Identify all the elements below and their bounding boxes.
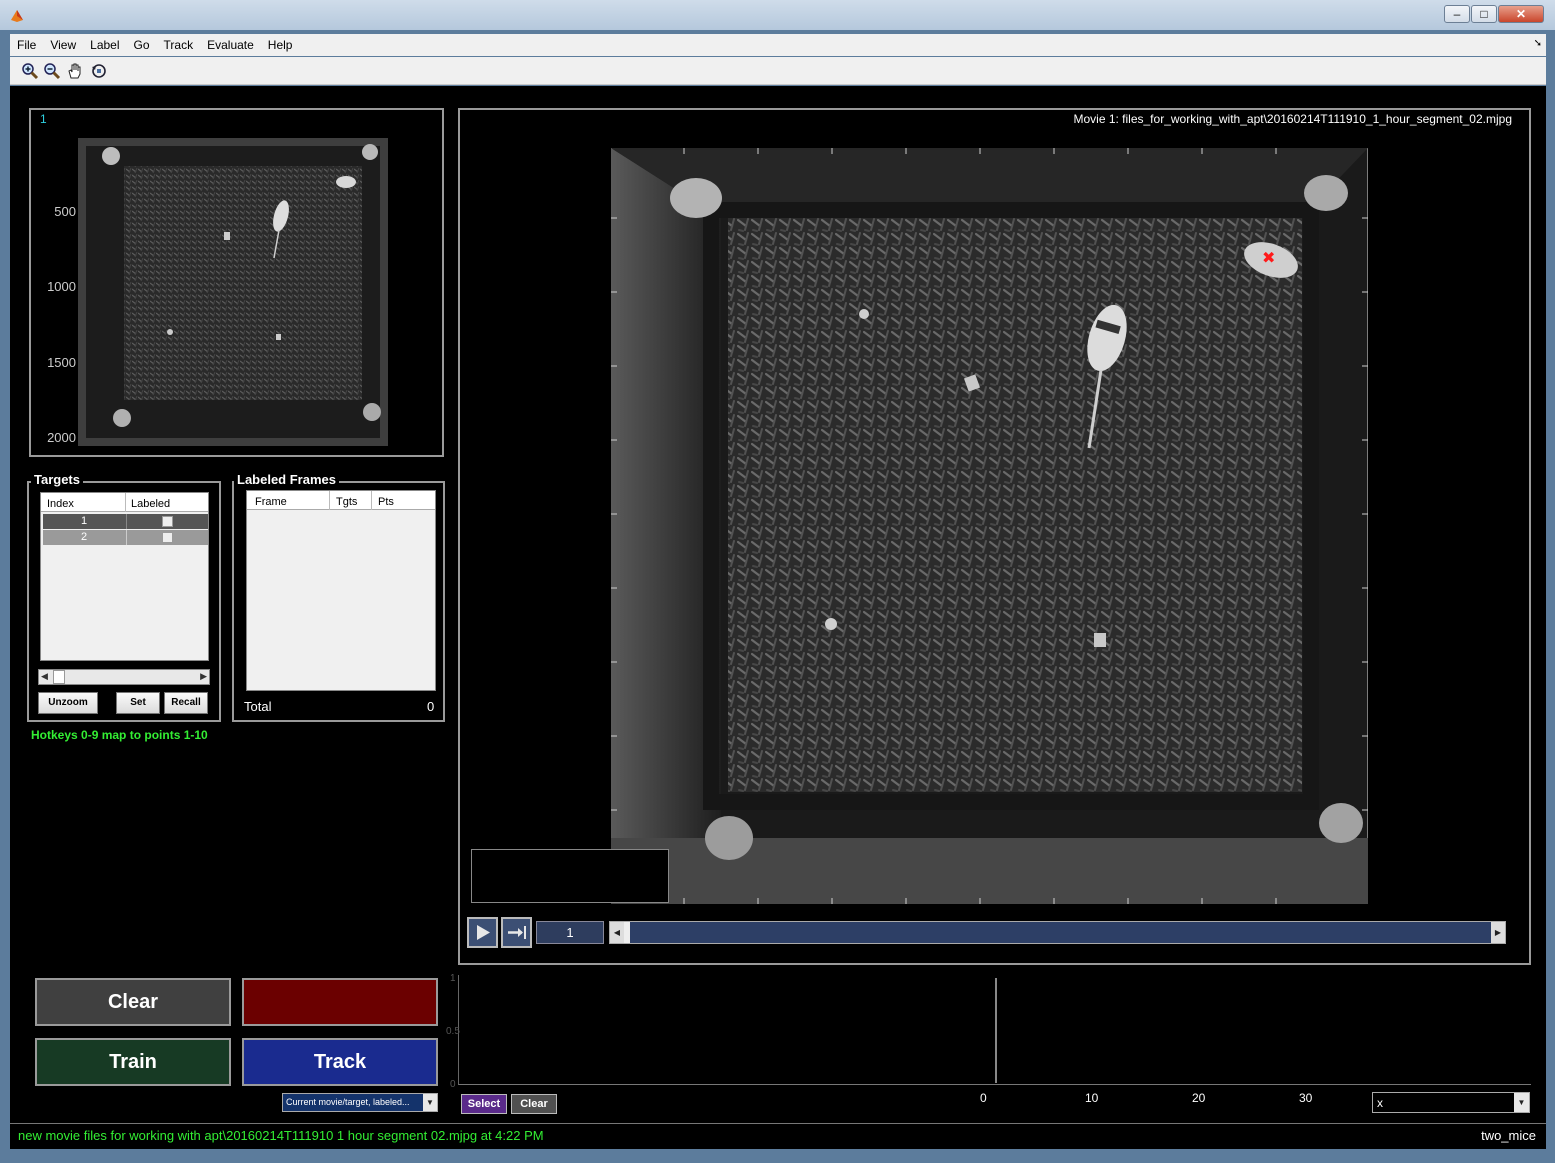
movie-title: Movie 1: files_for_working_with_apt\2016… [1073,112,1512,126]
labeled-frames-table-header: Frame Tgts Pts [247,491,435,510]
pan-hand-icon[interactable] [66,62,84,80]
slider-thumb[interactable] [624,922,630,943]
select-button[interactable]: Select [461,1094,507,1114]
play-button[interactable] [467,917,498,948]
column-divider [126,514,127,529]
timeline-x-tick: 30 [1299,1091,1313,1105]
menu-bar: File View Label Go Track Evaluate Help ➘ [10,34,1546,56]
y-tick-label: 500 [54,204,76,219]
targets-horizontal-scrollbar[interactable]: ◀ ▶ [38,669,210,685]
recall-button[interactable]: Recall [164,692,208,714]
slider-left-arrow-icon[interactable]: ◀ [610,922,624,943]
column-header-pts[interactable]: Pts [378,496,394,508]
menu-help[interactable]: Help [261,34,300,56]
overview-image[interactable] [78,138,388,446]
minimize-button[interactable]: – [1444,5,1470,23]
column-header-frame[interactable]: Frame [255,496,287,508]
arrow-to-end-icon [508,926,526,939]
frame-number-input[interactable]: 1 [536,921,604,944]
targets-table[interactable]: Index Labeled 1 2 [40,492,209,661]
status-message: new movie files for working with apt\201… [18,1128,544,1143]
zoom-in-icon[interactable] [21,62,39,80]
column-header-index[interactable]: Index [47,498,74,510]
labeled-checkbox[interactable] [162,532,173,543]
red-action-button[interactable] [242,978,438,1026]
timeline-clear-button[interactable]: Clear [511,1094,557,1114]
labeled-checkbox[interactable] [162,516,173,527]
targets-title: Targets [31,472,83,487]
info-box [471,849,669,903]
hotkeys-hint: Hotkeys 0-9 map to points 1-10 [31,728,208,742]
menu-go[interactable]: Go [127,34,157,56]
column-header-labeled[interactable]: Labeled [131,498,170,510]
status-bar: new movie files for working with apt\201… [10,1123,1546,1149]
column-divider [125,493,126,512]
overview-panel: 1 500 1000 1500 2000 [29,108,444,457]
project-name: two_mice [1481,1128,1536,1143]
timeline-cursor[interactable] [995,978,997,1083]
track-mode-dropdown[interactable]: Current movie/target, labeled... ▼ [282,1093,438,1112]
step-forward-button[interactable] [501,917,532,948]
timeline-x-tick: 20 [1192,1091,1206,1105]
clear-button[interactable]: Clear [35,978,231,1026]
timeline-x-tick: 10 [1085,1091,1099,1105]
menu-evaluate[interactable]: Evaluate [200,34,261,56]
timeline-y-tick: 1 [450,973,456,984]
timeline-property-value: x [1377,1096,1383,1110]
train-button[interactable]: Train [35,1038,231,1086]
unzoom-button[interactable]: Unzoom [38,692,98,714]
menu-file[interactable]: File [10,34,43,56]
track-button[interactable]: Track [242,1038,438,1086]
set-button[interactable]: Set [116,692,160,714]
chevron-down-icon[interactable]: ▼ [1514,1093,1529,1112]
table-row[interactable]: 2 [43,530,208,545]
title-bar[interactable]: – □ ✕ [0,0,1555,30]
matlab-icon [11,10,23,22]
targets-table-header: Index Labeled [41,493,208,512]
y-tick-label: 1000 [47,279,76,294]
timeline-property-dropdown[interactable]: x ▼ [1372,1092,1530,1113]
toolbar [10,57,1546,85]
column-divider [329,491,330,510]
frame-slider[interactable]: ◀ ▶ [609,921,1506,944]
close-button[interactable]: ✕ [1498,5,1544,23]
y-tick-label: 2000 [47,430,76,445]
target-index-cell: 1 [80,515,88,527]
total-label: Total [244,699,272,714]
menu-label[interactable]: Label [83,34,126,56]
column-divider [371,491,372,510]
table-row[interactable]: 1 [43,514,208,529]
menu-overflow-icon[interactable]: ➘ [1534,38,1542,49]
scroll-left-icon[interactable]: ◀ [41,671,48,682]
scroll-thumb[interactable] [53,670,65,684]
zoom-out-icon[interactable] [43,62,61,80]
timeline-y-tick: 0.5 [446,1026,460,1037]
timeline-axes[interactable] [458,975,1531,1085]
rotate-icon[interactable] [90,62,108,80]
target-index-cell: 2 [80,531,88,543]
track-mode-value: Current movie/target, labeled... [286,1097,410,1107]
column-header-tgts[interactable]: Tgts [336,496,357,508]
labeled-frames-table[interactable]: Frame Tgts Pts [246,490,436,691]
matlab-figure-window: – □ ✕ File View Label Go Track Evaluate Help ➘… [0,0,1555,1163]
main-video-frame[interactable]: ✖ [611,148,1368,904]
figure-canvas: 1 500 1000 1500 2000 Targets Index Label… [10,86,1546,1123]
maximize-button[interactable]: □ [1471,5,1497,23]
total-value: 0 [427,699,435,714]
label-point-marker[interactable]: ✖ [1262,248,1275,267]
timeline-y-tick: 0 [450,1079,456,1090]
view-number: 1 [40,112,47,126]
scroll-right-icon[interactable]: ▶ [200,671,207,682]
labeled-frames-title: Labeled Frames [234,472,339,487]
column-divider [126,530,127,545]
slider-right-arrow-icon[interactable]: ▶ [1491,922,1505,943]
menu-track[interactable]: Track [157,34,201,56]
chevron-down-icon[interactable]: ▼ [423,1094,437,1111]
timeline-x-tick: 0 [980,1091,987,1105]
menu-view[interactable]: View [43,34,83,56]
play-icon [477,925,490,940]
y-tick-label: 1500 [47,355,76,370]
